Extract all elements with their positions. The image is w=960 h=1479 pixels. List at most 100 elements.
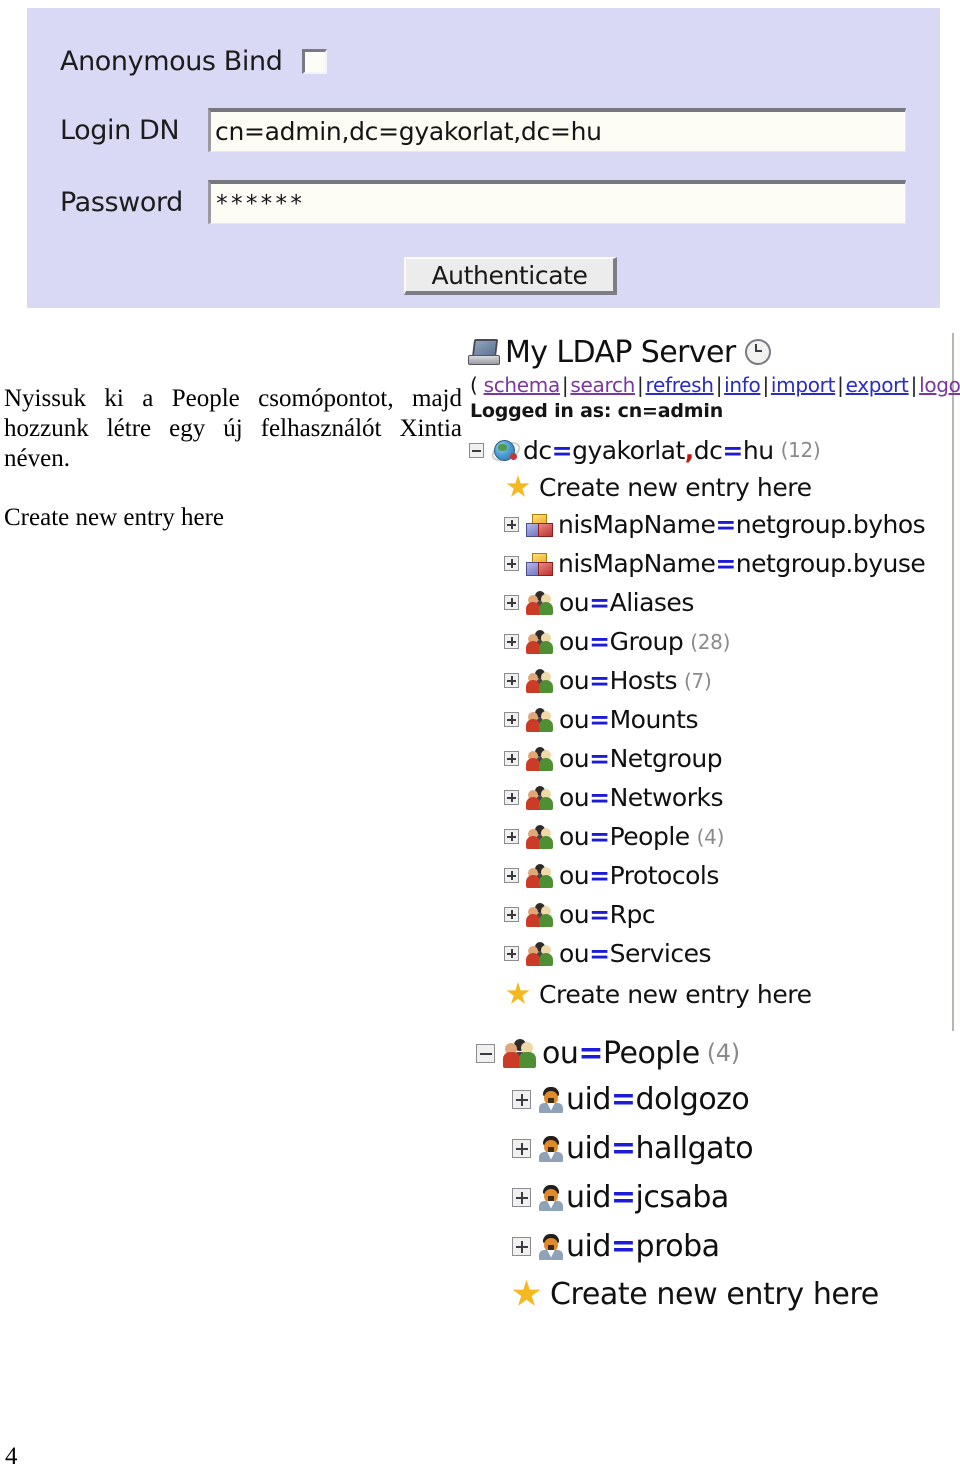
nav-link-schema[interactable]: schema <box>484 373 561 397</box>
create-new-entry-people[interactable]: Create new entry here <box>512 1271 954 1317</box>
expand-toggle[interactable] <box>504 517 519 532</box>
tree-label[interactable]: ou=Mounts <box>559 705 698 734</box>
group-icon <box>526 668 553 693</box>
nav-link-logout[interactable]: logout <box>919 373 960 397</box>
expand-toggle[interactable] <box>512 1237 531 1256</box>
tree-label-root[interactable]: dc=gyakorlat,dc=hu <box>523 436 774 465</box>
expand-toggle[interactable] <box>504 829 519 844</box>
tree-label[interactable]: ou=People <box>559 822 690 851</box>
star-icon <box>506 475 530 497</box>
login-dn-input[interactable]: cn=admin,dc=gyakorlat,dc=hu <box>208 108 906 152</box>
expand-toggle[interactable] <box>504 673 519 688</box>
tree-row[interactable]: ou=People (4) <box>504 817 954 856</box>
nav-link-export[interactable]: export <box>846 373 909 397</box>
group-icon <box>526 863 553 888</box>
tree-row[interactable]: ou=Mounts <box>504 700 954 739</box>
create-new-entry-label[interactable]: Create new entry here <box>539 473 812 502</box>
ldap-nav-links: ( schema | search | refresh | info | import | expo… <box>470 373 960 397</box>
group-icon <box>503 1038 536 1068</box>
tree-row[interactable]: ou=Networks <box>504 778 954 817</box>
expand-toggle[interactable] <box>504 868 519 883</box>
anonymous-bind-checkbox[interactable] <box>302 49 328 74</box>
expand-toggle[interactable] <box>504 946 519 961</box>
tree-row[interactable]: ou=Netgroup <box>504 739 954 778</box>
tree-row[interactable]: ou=Rpc <box>504 895 954 934</box>
tree-row-user[interactable]: uid=jcsaba <box>512 1173 954 1222</box>
entry-count: (28) <box>690 629 731 654</box>
tree-label[interactable]: ou=Group <box>559 627 684 656</box>
expand-toggle[interactable] <box>504 595 519 610</box>
nav-sep-3: | <box>715 373 723 397</box>
tree-row[interactable]: ou=Hosts (7) <box>504 661 954 700</box>
tree-row-user[interactable]: uid=dolgozo <box>512 1075 954 1124</box>
tree-row[interactable]: nisMapName=netgroup.byhos <box>504 505 954 544</box>
nav-sep-4: | <box>762 373 769 397</box>
group-icon <box>526 629 553 654</box>
nav-sep-2: | <box>637 373 644 397</box>
tree-label-user[interactable]: uid=proba <box>566 1229 720 1264</box>
expand-toggle[interactable] <box>512 1090 531 1109</box>
tree-label[interactable]: ou=Aliases <box>559 588 694 617</box>
nav-link-search[interactable]: search <box>570 373 635 397</box>
tree-label[interactable]: ou=Services <box>559 939 712 968</box>
collapse-toggle-people[interactable] <box>476 1043 495 1063</box>
tree-row-user[interactable]: uid=hallgato <box>512 1124 954 1173</box>
tree-label-user[interactable]: uid=jcsaba <box>566 1180 729 1215</box>
tree-row[interactable]: ou=Protocols <box>504 856 954 895</box>
tree-label[interactable]: ou=Rpc <box>559 900 656 929</box>
server-title: My LDAP Server <box>505 334 736 370</box>
tree-label[interactable]: ou=Hosts <box>559 666 678 695</box>
instruction-text: Nyissuk ki a People csomópontot, majd ho… <box>4 384 462 533</box>
tree-row-user[interactable]: uid=proba <box>512 1222 954 1271</box>
expand-toggle[interactable] <box>504 790 519 805</box>
tree-label[interactable]: nisMapName=netgroup.byuse <box>558 549 926 578</box>
expand-toggle[interactable] <box>504 712 519 727</box>
create-new-entry-root[interactable]: Create new entry here <box>506 469 954 505</box>
tree-row[interactable]: nisMapName=netgroup.byuse <box>504 544 954 583</box>
anonymous-bind-label: Anonymous Bind <box>60 46 283 77</box>
nav-link-info[interactable]: info <box>724 373 761 397</box>
person-icon <box>539 1233 563 1260</box>
star-icon <box>506 982 530 1004</box>
cubes-icon <box>526 552 553 576</box>
create-new-entry-label[interactable]: Create new entry here <box>550 1277 879 1312</box>
nav-sep-6: | <box>910 373 918 397</box>
ldap-tree-screenshot: My LDAP Server ( schema | search | refresh | i… <box>466 333 960 1343</box>
tree-label[interactable]: ou=Netgroup <box>559 744 723 773</box>
nav-sep-5: | <box>837 373 844 397</box>
expand-toggle[interactable] <box>504 751 519 766</box>
tree-row[interactable]: ou=Services <box>504 934 954 973</box>
create-new-entry-label[interactable]: Create new entry here <box>539 980 812 1009</box>
group-icon <box>526 824 553 849</box>
tree-users-list: uid=dolgozo uid=hallgato uid=jcsaba uid=pro… <box>466 1075 954 1271</box>
entry-count: (7) <box>684 668 712 693</box>
password-row: Password ****** <box>60 180 906 224</box>
tree-row[interactable]: ou=Aliases <box>504 583 954 622</box>
tree-label-people[interactable]: ou=People <box>542 1036 700 1071</box>
expand-toggle[interactable] <box>504 556 519 571</box>
collapse-toggle-root[interactable] <box>469 442 484 458</box>
tree-label[interactable]: ou=Networks <box>559 783 724 812</box>
nav-link-import[interactable]: import <box>771 373 836 397</box>
tree-row-people-expanded[interactable]: ou=People (4) <box>476 1031 954 1075</box>
tree-label[interactable]: nisMapName=netgroup.byhos <box>558 510 926 539</box>
nav-link-refresh[interactable]: refresh <box>645 373 714 397</box>
authenticate-button[interactable]: Authenticate <box>404 257 617 295</box>
ldap-auth-form-panel: Anonymous Bind Login DN cn=admin,dc=gyak… <box>27 8 940 308</box>
tree-row-root[interactable]: dc=gyakorlat,dc=hu (12) <box>469 431 954 469</box>
group-icon <box>526 902 553 927</box>
group-icon <box>526 746 553 771</box>
page-number: 4 <box>5 1443 18 1470</box>
tree-label-user[interactable]: uid=dolgozo <box>566 1082 750 1117</box>
create-new-entry-children[interactable]: Create new entry here <box>506 973 954 1015</box>
expand-toggle[interactable] <box>504 634 519 649</box>
tree-label[interactable]: ou=Protocols <box>559 861 719 890</box>
instruction-paragraph-2: Create new entry here <box>4 504 225 531</box>
group-icon <box>526 941 553 966</box>
tree-row[interactable]: ou=Group (28) <box>504 622 954 661</box>
expand-toggle[interactable] <box>504 907 519 922</box>
expand-toggle[interactable] <box>512 1139 531 1158</box>
expand-toggle[interactable] <box>512 1188 531 1207</box>
password-input[interactable]: ****** <box>208 180 906 224</box>
tree-label-user[interactable]: uid=hallgato <box>566 1131 754 1166</box>
